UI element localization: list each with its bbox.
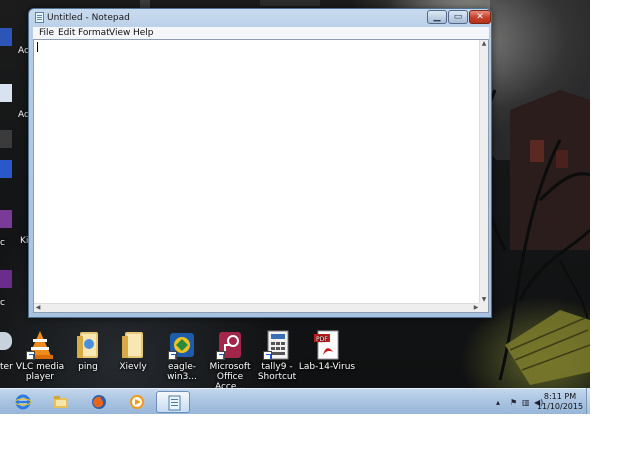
desktop-icon-label: Microsoft [209,362,251,372]
desktop-icon-label: Xievly [119,362,147,372]
shortcut-arrow-icon [216,351,225,360]
shortcut-arrow-icon [26,351,35,360]
scroll-up-arrow-icon[interactable]: ▲ [480,40,488,48]
taskbar: ▴ ⚑ ▥ ◀) [0,388,590,414]
window-title: Untitled - Notepad [47,13,130,23]
firefox-icon [92,395,106,409]
edge-app-icon[interactable] [0,84,12,102]
edge-app-icon[interactable] [0,28,12,46]
shortcut-arrow-icon [263,351,272,360]
taskbar-notepad[interactable] [156,391,190,413]
taskbar-file-explorer[interactable] [44,391,78,413]
menu-file[interactable]: File [39,27,54,39]
edge-app-icon[interactable] [0,160,12,178]
desktop-icon-label: Office Acce... [214,372,245,388]
desktop-icon-label: tally9 - [261,362,293,372]
desktop-icon-label: player [25,372,55,382]
menu-bar: File Edit Format View Help [33,27,489,39]
menu-format[interactable]: Format [78,27,110,39]
action-center-flag-icon[interactable]: ⚑ [510,398,517,407]
scrollbar-corner [479,303,488,312]
vertical-scrollbar[interactable]: ▲ ▼ [479,40,488,304]
edge-label: c [0,298,5,308]
menu-view[interactable]: View [109,27,130,39]
taskbar-firefox[interactable] [82,391,116,413]
eagle-app-icon [166,330,198,360]
text-caret [37,42,38,52]
menu-edit[interactable]: Edit [58,27,75,39]
edge-app-icon[interactable] [0,270,12,288]
show-hidden-icons-icon[interactable]: ▴ [496,398,500,407]
edge-app-icon[interactable] [0,210,12,228]
svg-text:PDF: PDF [316,336,328,343]
desktop-icon-tally[interactable]: tally9 - Shortcut [250,330,304,382]
media-player-icon [130,395,144,409]
text-editor-area[interactable]: ▲ ▼ ◀ ▶ [33,39,489,313]
shortcut-arrow-icon [168,351,177,360]
desktop-icon-xievly[interactable]: Xievly [106,330,160,372]
clock-time: 8:11 PM [543,392,577,401]
maximize-button[interactable]: ▭ [448,10,468,24]
access-key-icon [214,330,246,360]
taskbar-clock[interactable]: 8:11 PM 11/10/2015 [536,392,584,412]
title-bar[interactable]: Untitled - Notepad ▁ ▭ ✕ [29,9,491,27]
network-icon[interactable]: ▥ [522,398,530,407]
scroll-left-arrow-icon[interactable]: ◀ [34,304,42,312]
desktop-icon-access[interactable]: Microsoft Office Acce... [203,330,257,388]
file-explorer-icon [54,396,68,408]
close-button[interactable]: ✕ [469,10,491,24]
edge-app-icon[interactable] [0,130,12,148]
desktop-icon-label: eagle-win3... [167,362,197,382]
internet-explorer-icon [15,394,31,410]
taskbar-internet-explorer[interactable] [6,391,40,413]
desktop-icon-lab14[interactable]: PDF Lab-14-Virus [298,330,356,372]
tally-calculator-icon [261,330,293,360]
desktop-icon-label: Shortcut [257,372,297,382]
menu-help[interactable]: Help [133,27,154,39]
desktop-icon-label: VLC media [15,362,65,372]
desktop-icon-eagle[interactable]: eagle-win3... [155,330,209,382]
edge-label: ter [0,362,13,372]
vlc-cone-icon [24,330,56,360]
folder-icon [72,330,104,360]
pdf-icon: PDF [311,330,343,360]
show-desktop-button[interactable] [586,388,590,414]
clock-date: 11/10/2015 [536,402,584,411]
minimize-button[interactable]: ▁ [427,10,447,24]
desktop-icon-vlc[interactable]: VLC media player [13,330,67,382]
horizontal-scrollbar[interactable]: ◀ ▶ [34,303,480,312]
notepad-window[interactable]: Untitled - Notepad ▁ ▭ ✕ File Edit Forma… [28,8,492,318]
notepad-icon [168,395,181,411]
notepad-icon [35,12,44,23]
folder-icon [117,330,149,360]
taskbar-media-player[interactable] [120,391,154,413]
desktop-icon-label: Lab-14-Virus [298,362,356,372]
edge-label: c [0,238,5,248]
